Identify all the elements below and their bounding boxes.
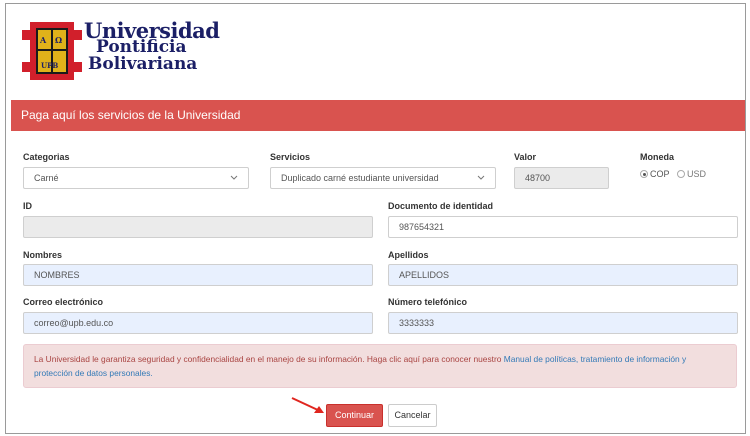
privacy-alert: La Universidad le garantiza seguridad y … (23, 344, 737, 388)
telefono-label: Número telefónico (388, 297, 468, 307)
valor-value: 48700 (525, 173, 551, 183)
nombres-label: Nombres (23, 250, 63, 260)
cancel-button[interactable]: Cancelar (388, 404, 437, 427)
documento-label: Documento de identidad (388, 201, 494, 211)
shield-bottom-text: UPB (41, 61, 59, 70)
valor-label: Valor (514, 152, 537, 162)
servicios-label: Servicios (270, 152, 311, 162)
radio-cop[interactable]: COP (640, 169, 670, 179)
apellidos-value: APELLIDOS (399, 270, 450, 280)
alert-text: La Universidad le garantiza seguridad y … (34, 354, 504, 364)
shield-logo-icon (22, 22, 82, 80)
servicios-select[interactable]: Duplicado carné estudiante universidad (270, 167, 496, 189)
logo-wordmark: Universidad Pontificia Bolivariana (84, 20, 220, 74)
radio-usd[interactable]: USD (677, 169, 706, 179)
apellidos-input[interactable]: APELLIDOS (388, 264, 738, 286)
continue-button[interactable]: Continuar (326, 404, 383, 427)
moneda-radio-group: COP USD (640, 169, 711, 179)
categorias-select[interactable]: Carné (23, 167, 249, 189)
radio-usd-label: USD (687, 169, 707, 179)
chevron-down-icon (477, 168, 485, 195)
valor-field: 48700 (514, 167, 609, 189)
radio-cop-label: COP (650, 169, 670, 179)
telefono-input[interactable]: 3333333 (388, 312, 738, 334)
correo-input[interactable]: correo@upb.edu.co (23, 312, 373, 334)
id-field (23, 216, 373, 238)
moneda-label: Moneda (640, 152, 675, 162)
radio-unselected-icon (677, 170, 686, 178)
radio-selected-icon (640, 170, 648, 178)
apellidos-label: Apellidos (388, 250, 429, 260)
logo-line3: Bolivariana (88, 54, 198, 74)
documento-input[interactable]: 987654321 (388, 216, 738, 238)
chevron-down-icon (230, 168, 238, 195)
red-arrow-icon (291, 397, 324, 413)
page-banner: Paga aquí los servicios de la Universida… (11, 100, 745, 131)
servicios-value: Duplicado carné estudiante universidad (281, 173, 439, 183)
shield-top-text: A Ω (40, 35, 66, 45)
university-logo[interactable]: A Ω UPB Universidad Pontificia Bolivaria… (22, 18, 222, 88)
telefono-value: 3333333 (399, 318, 435, 328)
id-label: ID (23, 201, 32, 211)
categorias-value: Carné (34, 173, 59, 183)
documento-value: 987654321 (399, 222, 445, 232)
correo-value: correo@upb.edu.co (34, 318, 114, 328)
nombres-value: NOMBRES (34, 270, 80, 280)
nombres-input[interactable]: NOMBRES (23, 264, 373, 286)
correo-label: Correo electrónico (23, 297, 104, 307)
categorias-label: Categorias (23, 152, 70, 162)
